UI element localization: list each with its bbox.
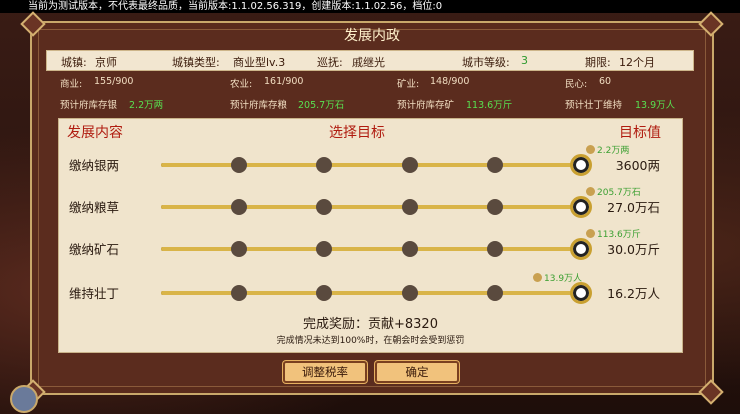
grain-value: 205.7万石: [298, 100, 345, 111]
resource-icon: [586, 229, 595, 238]
city-level-value: 3: [521, 54, 528, 67]
current-reserve-tip: 13.9万人: [533, 271, 582, 284]
grain-label: 预计府库存粮: [230, 100, 288, 111]
resource-icon: [586, 187, 595, 196]
row-label: 维持壮丁: [69, 286, 120, 301]
term-value: 12个月: [619, 56, 655, 69]
slider-track[interactable]: [161, 238, 592, 260]
inspector-value: 戚继光: [352, 56, 385, 69]
target-selection-area: 发展内容 选择目标 目标值 缴纳银两 2.2万两 3600两 缴纳粮草 205.7万石 2…: [58, 118, 683, 353]
slider-step-node[interactable]: [231, 199, 247, 215]
term-label: 期限:: [585, 56, 611, 69]
silver-label: 预计府库存银: [60, 100, 118, 111]
mining-label: 矿业:: [397, 79, 420, 90]
resource-icon: [586, 145, 595, 154]
slider-step-node[interactable]: [487, 241, 503, 257]
row-label: 缴纳粮草: [69, 200, 120, 215]
slider-step-node[interactable]: [316, 285, 332, 301]
commerce-value: 155/900: [94, 76, 134, 87]
header-select: 选择目标: [329, 125, 385, 141]
men-label: 预计壮丁维持: [565, 100, 623, 111]
slider-step-node[interactable]: [316, 241, 332, 257]
confirm-button[interactable]: 确定: [375, 361, 459, 383]
men-value: 13.9万人: [635, 100, 676, 111]
penalty-note: 完成情况未达到100%时，在朝会时会受到惩罚: [276, 336, 465, 346]
target-value: 16.2万人: [607, 286, 660, 301]
town-label: 城镇:: [61, 56, 87, 69]
magnifier-icon[interactable]: [10, 385, 38, 413]
slider-step-node[interactable]: [487, 199, 503, 215]
row-label: 缴纳银两: [69, 158, 120, 173]
ore-value: 113.6万斤: [466, 100, 513, 111]
mining-value: 148/900: [430, 76, 470, 87]
slider-handle[interactable]: [570, 196, 592, 218]
slider-fill: [161, 163, 581, 167]
slider-step-node[interactable]: [402, 241, 418, 257]
reserve-tip-text: 13.9万人: [544, 274, 583, 284]
town-info-bar: 城镇: 京师 城镇类型: 商业型lv.3 巡抚: 戚继光 城市等级: 3 期限:…: [46, 50, 694, 71]
slider-track[interactable]: [161, 154, 592, 176]
slider-handle[interactable]: [570, 282, 592, 304]
slider-step-node[interactable]: [402, 199, 418, 215]
agriculture-value: 161/900: [264, 76, 304, 87]
agriculture-label: 农业:: [230, 79, 253, 90]
slider-step-node[interactable]: [231, 285, 247, 301]
target-value: 30.0万斤: [607, 242, 660, 257]
slider-step-node[interactable]: [316, 157, 332, 173]
slider-step-node[interactable]: [487, 285, 503, 301]
slider-handle[interactable]: [570, 238, 592, 260]
row-label: 缴纳矿石: [69, 242, 120, 257]
adjust-tax-button[interactable]: 调整税率: [283, 361, 367, 383]
panel-title: 发展内政: [344, 28, 400, 44]
ore-label: 预计府库存矿: [397, 100, 455, 111]
town-type-value: 商业型lv.3: [233, 56, 286, 69]
target-value: 3600两: [615, 158, 660, 173]
slider-fill: [161, 291, 581, 295]
slider-fill: [161, 205, 581, 209]
slider-fill: [161, 247, 581, 251]
town-type-label: 城镇类型:: [172, 56, 220, 69]
completion-reward: 完成奖励：贡献+8320: [303, 317, 438, 332]
target-value: 27.0万石: [607, 200, 660, 215]
slider-step-node[interactable]: [402, 157, 418, 173]
slider-step-node[interactable]: [402, 285, 418, 301]
slider-step-node[interactable]: [231, 241, 247, 257]
morale-value: 60: [599, 76, 612, 87]
slider-track[interactable]: [161, 196, 592, 218]
slider-step-node[interactable]: [231, 157, 247, 173]
inspector-label: 巡抚:: [317, 56, 343, 69]
slider-step-node[interactable]: [487, 157, 503, 173]
header-target: 目标值: [619, 125, 661, 141]
version-notice: 当前为测试版本，不代表最终品质，当前版本:1.1.02.56.319，创建版本:…: [0, 0, 740, 13]
slider-handle[interactable]: [570, 154, 592, 176]
slider-step-node[interactable]: [316, 199, 332, 215]
resource-icon: [533, 273, 542, 282]
town-value: 京师: [95, 56, 117, 69]
header-content: 发展内容: [67, 125, 123, 141]
silver-value: 2.2万两: [129, 100, 164, 111]
morale-label: 民心:: [565, 79, 588, 90]
commerce-label: 商业:: [60, 79, 83, 90]
city-level-label: 城市等级:: [462, 56, 510, 69]
slider-track[interactable]: [161, 282, 592, 304]
